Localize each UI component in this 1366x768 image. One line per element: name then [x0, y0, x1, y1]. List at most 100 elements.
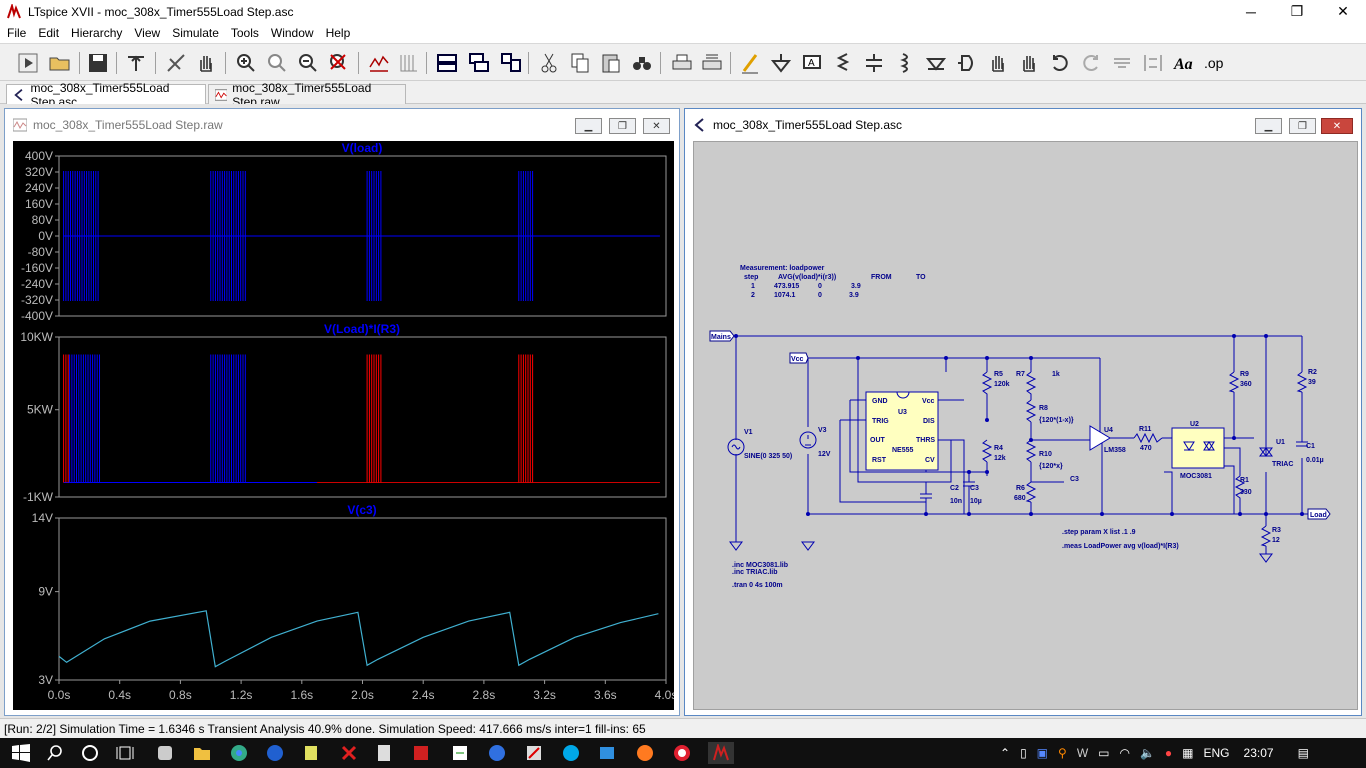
notifications-icon[interactable]: ▤ — [1298, 746, 1309, 760]
chevron-up-icon[interactable]: ⌃ — [1000, 746, 1010, 760]
language-indicator[interactable]: ENG — [1204, 746, 1230, 760]
print-setup-icon[interactable] — [698, 49, 726, 77]
schematic-canvas[interactable]: Measurement: loadpower step AVG(v(load)*… — [693, 141, 1358, 710]
resistor-icon[interactable] — [829, 49, 857, 77]
meas-cell: 0 — [818, 292, 822, 299]
inductor-icon[interactable] — [891, 49, 919, 77]
schematic-minimize-button[interactable]: ▁ — [1255, 118, 1282, 134]
menu-edit[interactable]: Edit — [31, 26, 64, 40]
control-panel-icon[interactable] — [122, 49, 150, 77]
schematic-close-button[interactable]: ✕ — [1321, 118, 1353, 134]
menu-hierarchy[interactable]: Hierarchy — [64, 26, 127, 40]
drag-hand-icon[interactable] — [1015, 49, 1043, 77]
run-icon[interactable] — [14, 49, 42, 77]
ground-icon[interactable] — [767, 49, 795, 77]
usb-icon[interactable]: ▯ — [1020, 746, 1027, 760]
menu-tools[interactable]: Tools — [224, 26, 264, 40]
tray-app-icon[interactable]: ▣ — [1037, 746, 1048, 760]
waveform-plot-area[interactable]: V(load) V(Load)*I(R3) V(c3) 400V 320V 240V… — [13, 141, 674, 710]
zoom-cancel-icon[interactable] — [325, 49, 353, 77]
waveform-close-button[interactable]: ✕ — [643, 118, 670, 134]
cascade-icon[interactable] — [465, 49, 493, 77]
red-app-icon[interactable] — [410, 742, 432, 764]
waveform-restore-button[interactable]: ❐ — [609, 118, 636, 134]
label-net-icon[interactable]: A — [798, 49, 826, 77]
zoom-in-icon[interactable] — [232, 49, 260, 77]
label-u3: U3 — [898, 409, 907, 416]
close-button[interactable]: ✕ — [1320, 0, 1366, 23]
redo-icon[interactable] — [1077, 49, 1105, 77]
waveform-minimize-button[interactable]: ▁ — [575, 118, 602, 134]
opera-icon[interactable] — [671, 742, 693, 764]
tile-vertical-icon[interactable] — [497, 49, 525, 77]
pen-app-icon[interactable] — [523, 742, 545, 764]
tab-waveform[interactable]: moc_308x_Timer555Load Step.raw — [208, 81, 406, 109]
rotate-icon[interactable] — [1108, 49, 1136, 77]
undo-icon[interactable] — [1046, 49, 1074, 77]
label-v1-value: SINE(0 325 50) — [744, 453, 792, 460]
draw-wire-icon[interactable] — [736, 49, 764, 77]
find-icon[interactable] — [628, 49, 656, 77]
search-icon[interactable] — [44, 742, 66, 764]
file-explorer-icon[interactable] — [191, 742, 213, 764]
battery-icon[interactable]: ▭ — [1098, 746, 1109, 760]
magnifier-app-icon[interactable] — [486, 742, 508, 764]
print-icon[interactable] — [668, 49, 696, 77]
windows-start-icon[interactable] — [10, 742, 32, 764]
spice-directive-icon[interactable]: .op — [1201, 49, 1229, 77]
skype-icon[interactable] — [560, 742, 582, 764]
tray-w-icon[interactable]: W — [1077, 746, 1088, 760]
chrome-icon[interactable] — [228, 742, 250, 764]
firefox-icon[interactable] — [634, 742, 656, 764]
tray-chrome-icon[interactable]: ● — [1165, 746, 1172, 760]
mirror-icon[interactable] — [1139, 49, 1167, 77]
task-view-icon[interactable] — [114, 742, 136, 764]
directive-step: .step param X list .1 .9 — [1062, 529, 1136, 536]
diode-icon[interactable] — [922, 49, 950, 77]
volume-icon[interactable]: 🔈 — [1140, 746, 1155, 760]
menu-window[interactable]: Window — [264, 26, 319, 40]
paste-icon[interactable] — [597, 49, 625, 77]
browser-icon[interactable] — [264, 742, 286, 764]
red-x-app-icon[interactable] — [338, 742, 360, 764]
meas-col-to: TO — [916, 274, 926, 281]
pan-hand-icon[interactable] — [192, 49, 220, 77]
wifi-icon[interactable]: ◠ — [1119, 746, 1129, 760]
calculator-icon[interactable] — [373, 742, 395, 764]
meas-cell: 0 — [818, 283, 822, 290]
tray-search-icon[interactable]: ⚲ — [1058, 746, 1067, 760]
photos-icon[interactable] — [596, 742, 618, 764]
menu-file[interactable]: File — [0, 26, 31, 40]
y-tick-label: 240V — [25, 181, 53, 195]
taskbar-app-icon[interactable] — [154, 742, 176, 764]
halt-icon[interactable] — [162, 49, 190, 77]
menu-help[interactable]: Help — [319, 26, 356, 40]
notepad-icon[interactable] — [300, 742, 322, 764]
schematic-restore-button[interactable]: ❐ — [1289, 118, 1316, 134]
grid-icon[interactable] — [395, 49, 423, 77]
tile-horizontal-icon[interactable] — [433, 49, 461, 77]
menu-view[interactable]: View — [127, 26, 165, 40]
y-tick-label: 0V — [38, 229, 53, 243]
clock[interactable]: 23:07 — [1244, 746, 1274, 760]
tab-schematic[interactable]: moc_308x_Timer555Load Step.asc — [6, 81, 206, 109]
text-icon[interactable]: Aa — [1170, 49, 1198, 77]
cortana-icon[interactable] — [79, 742, 101, 764]
ltspice-taskbar-icon[interactable] — [708, 742, 734, 764]
kicad-icon[interactable] — [449, 742, 471, 764]
zoom-out-icon[interactable] — [294, 49, 322, 77]
autorange-icon[interactable] — [365, 49, 393, 77]
x-tick-label: 3.6s — [594, 688, 617, 702]
maximize-button[interactable]: ❐ — [1274, 0, 1320, 23]
cut-icon[interactable] — [535, 49, 563, 77]
capacitor-icon[interactable] — [860, 49, 888, 77]
zoom-fit-icon[interactable] — [263, 49, 291, 77]
tray-apps-icon[interactable]: ▦ — [1182, 746, 1193, 760]
open-folder-icon[interactable] — [46, 49, 74, 77]
menu-simulate[interactable]: Simulate — [165, 26, 224, 40]
save-icon[interactable] — [84, 49, 112, 77]
component-icon[interactable] — [953, 49, 981, 77]
minimize-button[interactable]: ─ — [1228, 0, 1274, 23]
copy-icon[interactable] — [566, 49, 594, 77]
move-hand-icon[interactable] — [984, 49, 1012, 77]
